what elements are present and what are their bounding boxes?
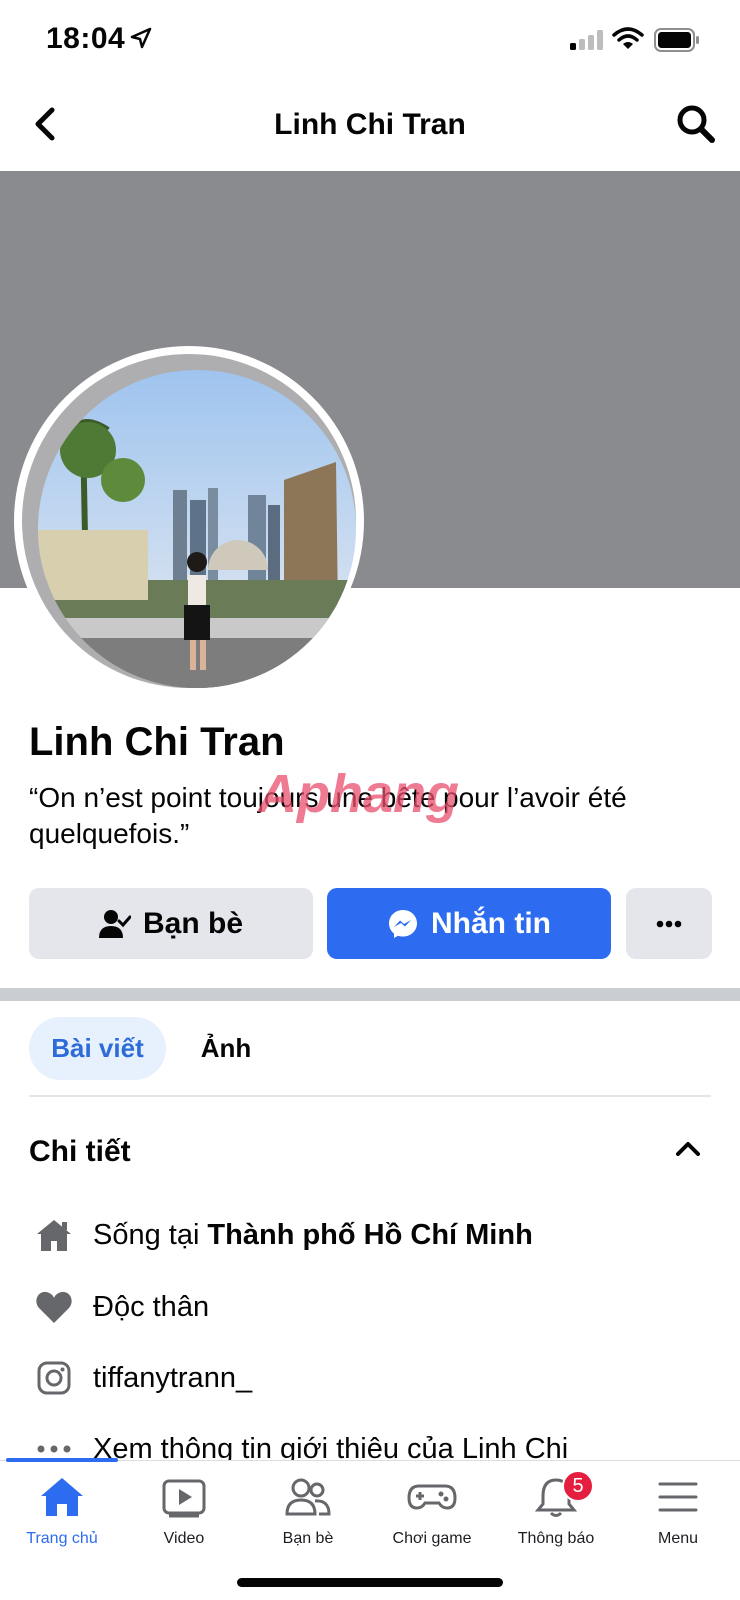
nav-notifications[interactable]: 5 Thông báo [494,1470,618,1548]
notification-badge: 5 [562,1470,594,1502]
detail-relationship: Độc thân [32,1282,209,1332]
nav-notifications-label: Thông báo [517,1530,595,1547]
active-tab-indicator [6,1458,118,1462]
nav-gaming[interactable]: Chơi game [370,1476,494,1548]
more-dots-icon [656,920,682,927]
detail-instagram[interactable]: tiffanytrann_ [32,1353,252,1403]
nav-menu[interactable]: Menu [616,1476,740,1548]
battery-icon [654,28,699,52]
top-nav-bar: Linh Chi Tran [0,80,740,170]
heart-icon [32,1285,76,1329]
profile-picture [38,370,356,688]
nav-video-label: Video [163,1530,205,1547]
friends-icon [285,1478,331,1516]
home-detail-icon [32,1213,76,1257]
gaming-icon [407,1484,457,1510]
nav-friends-label: Bạn bè [282,1530,334,1547]
nav-menu-label: Menu [657,1530,699,1547]
home-icon [41,1478,83,1516]
relationship-status: Độc thân [93,1290,210,1323]
details-heading: Chi tiết [29,1135,131,1168]
more-options-button[interactable] [626,888,712,959]
status-bar: 18:04 [0,0,740,80]
search-button[interactable] [676,104,716,144]
friend-check-icon [98,909,131,938]
friends-button[interactable]: Bạn bè [29,888,313,959]
instagram-icon [32,1356,76,1400]
page-title: Linh Chi Tran [274,108,466,141]
menu-icon [658,1482,698,1512]
messenger-icon [389,909,417,938]
nav-gaming-label: Chơi game [392,1530,472,1547]
message-button-label: Nhắn tin [431,906,551,940]
home-indicator[interactable] [237,1578,503,1587]
tab-photos[interactable]: Ảnh [186,1017,266,1080]
tabs-divider [29,1095,711,1097]
detail-lives-in: Sống tại Thành phố Hồ Chí Minh [32,1210,533,1260]
profile-name: Linh Chi Tran [29,720,285,764]
instagram-handle[interactable]: tiffanytrann_ [93,1362,252,1395]
tab-posts[interactable]: Bài viết [29,1017,166,1080]
location-arrow-icon [130,27,152,49]
profile-picture-border [22,354,356,688]
section-divider [0,988,740,1001]
watermark-logo: Aphang [258,766,459,824]
watermark-letter: Aphang [258,766,459,824]
nav-friends[interactable]: Bạn bè [246,1476,370,1548]
chevron-up-icon[interactable] [676,1140,700,1156]
lives-in-city[interactable]: Thành phố Hồ Chí Minh [207,1219,532,1252]
lives-in-prefix: Sống tại [93,1218,200,1251]
nav-video[interactable]: Video [122,1476,246,1548]
profile-picture-frame[interactable] [14,346,364,696]
friends-button-label: Bạn bè [142,906,244,940]
nav-home[interactable]: Trang chủ [0,1476,124,1548]
cellular-signal-icon [570,30,603,50]
nav-home-label: Trang chủ [26,1530,98,1547]
wifi-icon [612,27,644,49]
status-time: 18:04 [46,22,126,55]
video-icon [162,1479,206,1518]
message-button[interactable]: Nhắn tin [327,888,611,959]
